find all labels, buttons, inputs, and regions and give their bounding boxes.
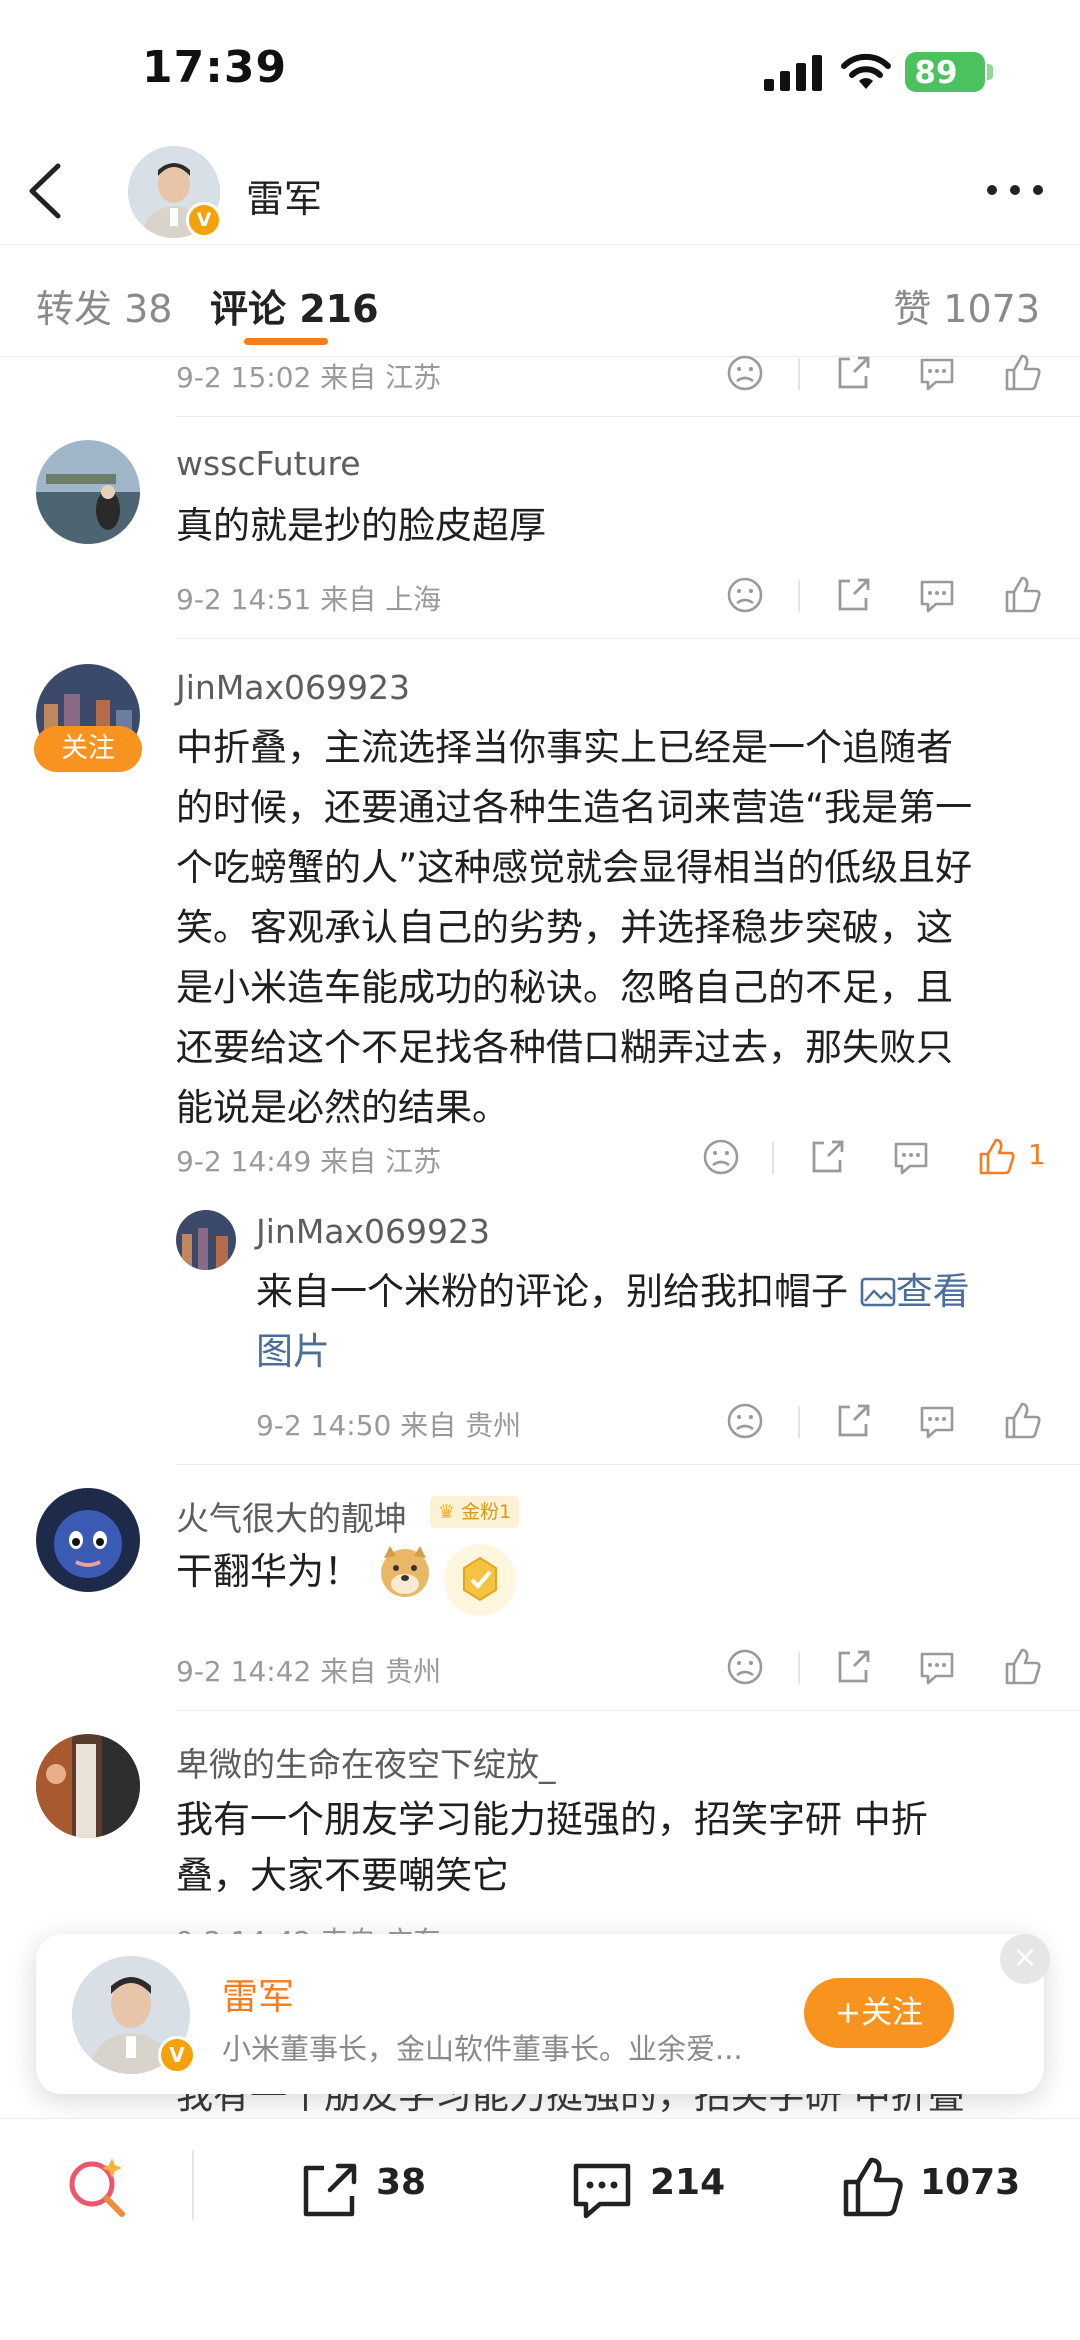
author-card-name[interactable]: 雷军	[222, 1968, 294, 2020]
back-icon[interactable]	[22, 158, 72, 224]
comment-divider	[176, 1464, 1080, 1465]
dislike-icon[interactable]	[700, 1136, 742, 1178]
comment-icon[interactable]	[916, 1400, 958, 1442]
commenter-name[interactable]: JinMax069923	[176, 668, 410, 707]
comment-line: 还要给这个不足找各种借口糊弄过去，那失败只	[176, 1026, 953, 1069]
fan-badge-label: 金粉1	[461, 1501, 512, 1523]
tab-like[interactable]: 赞 1073	[893, 278, 1040, 333]
bottom-separator	[192, 2150, 194, 2220]
commenter-avatar[interactable]	[36, 440, 140, 544]
author-card-follow-button[interactable]: +关注	[804, 1978, 954, 2048]
comment-count[interactable]: 214	[650, 2162, 725, 2203]
action-separator	[798, 580, 800, 612]
action-separator	[798, 1652, 800, 1684]
comment-actions	[0, 1644, 1080, 1694]
tab-comment[interactable]: 评论 216	[210, 278, 379, 333]
comment-text: 干翻华为！	[176, 1550, 361, 1593]
action-separator	[798, 358, 800, 390]
reply-text: 来自一个米粉的评论，别给我扣帽子	[256, 1270, 848, 1313]
status-time: 17:39	[142, 42, 288, 93]
comment-line: 能说是必然的结果。	[176, 1086, 509, 1129]
battery-level: 89	[914, 55, 958, 91]
comment-divider	[176, 638, 1080, 639]
comment-divider	[176, 416, 1080, 417]
comment-line: 中折叠，主流选择当你事实上已经是一个追随者	[176, 726, 953, 769]
battery-nub	[987, 64, 993, 80]
comment-line: 是小米造车能成功的秘诀。忽略自己的不足，且	[176, 966, 953, 1009]
like-icon[interactable]	[1002, 1400, 1044, 1442]
commenter-avatar[interactable]	[36, 1488, 140, 1592]
commenter-name[interactable]: wsscFuture	[176, 444, 361, 483]
commenter-avatar[interactable]	[36, 1734, 140, 1838]
wifi-icon	[841, 53, 891, 89]
comment-icon[interactable]	[916, 1646, 958, 1688]
close-icon[interactable]: ×	[1000, 1934, 1050, 1984]
verified-badge: V	[158, 2036, 196, 2074]
dislike-icon[interactable]	[724, 1646, 766, 1688]
doge-emoji-icon	[381, 1546, 429, 1597]
fan-badge: ♛ 金粉1	[430, 1496, 520, 1528]
crown-icon: ♛	[438, 1501, 456, 1523]
view-image-link-head[interactable]: 查看	[896, 1270, 970, 1313]
comment-icon[interactable]	[916, 574, 958, 616]
share-icon[interactable]	[806, 1136, 848, 1178]
repost-icon[interactable]	[296, 2158, 362, 2224]
comment-icon[interactable]	[916, 352, 958, 394]
reply-user-name[interactable]: JinMax069923	[256, 1212, 490, 1251]
commenter-name[interactable]: 卑微的生命在夜空下绽放_	[176, 1738, 556, 1786]
dislike-icon[interactable]	[724, 574, 766, 616]
share-icon[interactable]	[832, 352, 874, 394]
header-divider	[0, 244, 1080, 245]
view-image-link-tail[interactable]: 图片	[256, 1322, 330, 1382]
like-icon[interactable]	[1002, 1646, 1044, 1688]
share-icon[interactable]	[832, 1400, 874, 1442]
reply-actions	[0, 1398, 1080, 1448]
comment-line: 叠，大家不要嘲笑它	[176, 1854, 509, 1897]
tab-indicator	[244, 338, 328, 345]
comment-actions	[0, 350, 1080, 400]
reply-avatar[interactable]	[176, 1210, 236, 1270]
comment-line: 个吃螃蟹的人”这种感觉就会显得相当的低级且好	[176, 846, 973, 889]
share-icon[interactable]	[832, 1646, 874, 1688]
author-card-description: 小米董事长，金山软件董事长。业余爱...	[222, 2032, 743, 2066]
comment-line: 的时候，还要通过各种生造名词来营造“我是第一	[176, 786, 973, 829]
like-icon[interactable]	[1002, 574, 1044, 616]
like-count[interactable]: 1073	[920, 2162, 1020, 2203]
action-separator	[772, 1142, 774, 1174]
comment-actions: 1	[0, 1134, 1080, 1184]
dislike-icon[interactable]	[724, 1400, 766, 1442]
comment-icon[interactable]	[568, 2156, 636, 2224]
like-count: 1	[1028, 1138, 1046, 1171]
more-icon[interactable]	[984, 175, 1046, 205]
comment-divider	[176, 1710, 1080, 1711]
comment-text: 真的就是抄的脸皮超厚	[176, 504, 546, 547]
gold-trophy-icon	[444, 1544, 516, 1616]
bottom-action-bar	[0, 2118, 1080, 2340]
comment-line: 我有一个朋友学习能力挺强的，招笑字研 中折	[176, 1798, 928, 1841]
header-name[interactable]: 雷军	[246, 168, 322, 223]
dislike-icon[interactable]	[724, 352, 766, 394]
like-icon-active[interactable]	[976, 1136, 1018, 1178]
action-separator	[798, 1406, 800, 1438]
tab-repost[interactable]: 转发 38	[36, 278, 172, 333]
reply-text-line: 来自一个米粉的评论，别给我扣帽子 查看	[256, 1262, 970, 1322]
like-icon[interactable]	[838, 2152, 908, 2222]
commenter-name[interactable]: 火气很大的靓坤	[176, 1492, 407, 1540]
comment-actions	[0, 572, 1080, 622]
verified-badge: V	[186, 202, 222, 238]
comment-icon[interactable]	[890, 1136, 932, 1178]
search-icon[interactable]	[62, 2152, 132, 2222]
cellular-signal-icon	[764, 55, 822, 91]
view-image-link[interactable]: 查看	[860, 1270, 970, 1313]
share-icon[interactable]	[832, 574, 874, 616]
image-icon	[860, 1277, 896, 1307]
comment-line: 笑。客观承认自己的劣势，并选择稳步突破，这	[176, 906, 953, 949]
follow-button[interactable]: 关注	[34, 726, 142, 772]
repost-count[interactable]: 38	[376, 2162, 426, 2203]
like-icon[interactable]	[1002, 352, 1044, 394]
